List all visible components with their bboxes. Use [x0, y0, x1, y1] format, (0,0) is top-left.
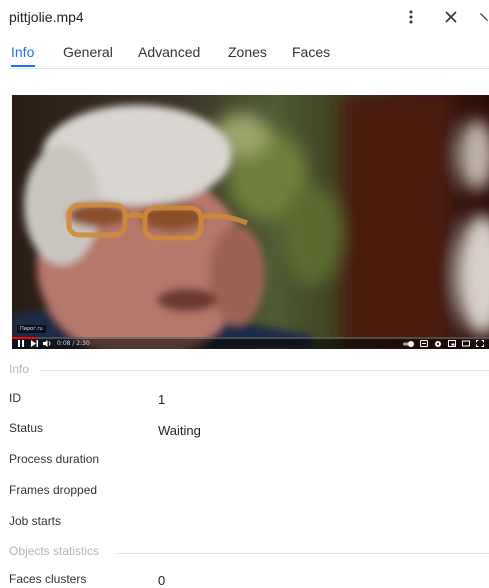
play-pause-icon — [18, 340, 24, 347]
video-frame — [12, 95, 489, 349]
autoplay-toggle[interactable] — [402, 339, 414, 348]
tab-advanced[interactable]: Advanced — [138, 44, 200, 60]
field-value-faces-clusters: 0 — [158, 573, 166, 588]
tabs-divider — [9, 68, 489, 69]
settings-button[interactable] — [433, 339, 442, 348]
tab-faces[interactable]: Faces — [292, 44, 330, 60]
field-label-faces-clusters: Faces clusters — [9, 572, 87, 586]
video-controls-bar: 0:08 / 2:30 — [12, 337, 489, 349]
collapse-button[interactable] — [479, 7, 489, 27]
autoplay-toggle-icon — [402, 340, 414, 347]
close-icon — [445, 11, 457, 23]
field-label-status: Status — [9, 421, 44, 435]
video-preview[interactable]: Пирог.ru 0:08 / 2:30 — [12, 95, 489, 349]
tab-general[interactable]: General — [63, 44, 113, 60]
fullscreen-icon — [475, 340, 484, 347]
field-label-id: ID — [9, 391, 21, 405]
theater-mode-icon — [461, 340, 470, 347]
more-vertical-icon — [409, 10, 413, 24]
volume-button[interactable] — [42, 339, 52, 348]
dialog-header: pittjolie.mp4 — [0, 0, 489, 36]
field-value-id: 1 — [158, 392, 166, 407]
miniplayer-button[interactable] — [447, 339, 456, 348]
chevron-icon — [480, 13, 488, 21]
video-time: 0:08 / 2:30 — [57, 340, 90, 347]
next-icon — [30, 340, 38, 347]
section-info-divider — [40, 370, 489, 371]
window-title: pittjolie.mp4 — [9, 9, 84, 25]
subtitles-button[interactable] — [419, 339, 428, 348]
more-options-button[interactable] — [404, 7, 418, 27]
field-label-frames-dropped: Frames dropped — [9, 483, 98, 497]
settings-icon — [434, 340, 441, 347]
tab-info[interactable]: Info — [11, 44, 34, 60]
miniplayer-icon — [447, 340, 456, 347]
section-objects-statistics-divider — [117, 553, 489, 554]
next-button[interactable] — [30, 339, 38, 348]
tab-zones[interactable]: Zones — [228, 44, 267, 60]
theater-mode-button[interactable] — [461, 339, 470, 348]
tab-bar: Info General Advanced Zones Faces — [0, 40, 489, 68]
close-button[interactable] — [441, 7, 461, 27]
field-value-status: Waiting — [158, 423, 201, 438]
play-pause-button[interactable] — [17, 339, 25, 348]
fullscreen-button[interactable] — [475, 339, 484, 348]
section-objects-statistics-title: Objects statistics — [9, 544, 100, 558]
active-tab-indicator — [11, 65, 35, 67]
video-watermark: Пирог.ru — [17, 325, 46, 333]
field-label-job-starts: Job starts — [9, 514, 62, 528]
volume-icon — [42, 340, 50, 347]
subtitles-icon — [419, 340, 428, 347]
field-label-process-duration: Process duration — [9, 452, 100, 466]
section-info-title: Info — [9, 362, 30, 376]
